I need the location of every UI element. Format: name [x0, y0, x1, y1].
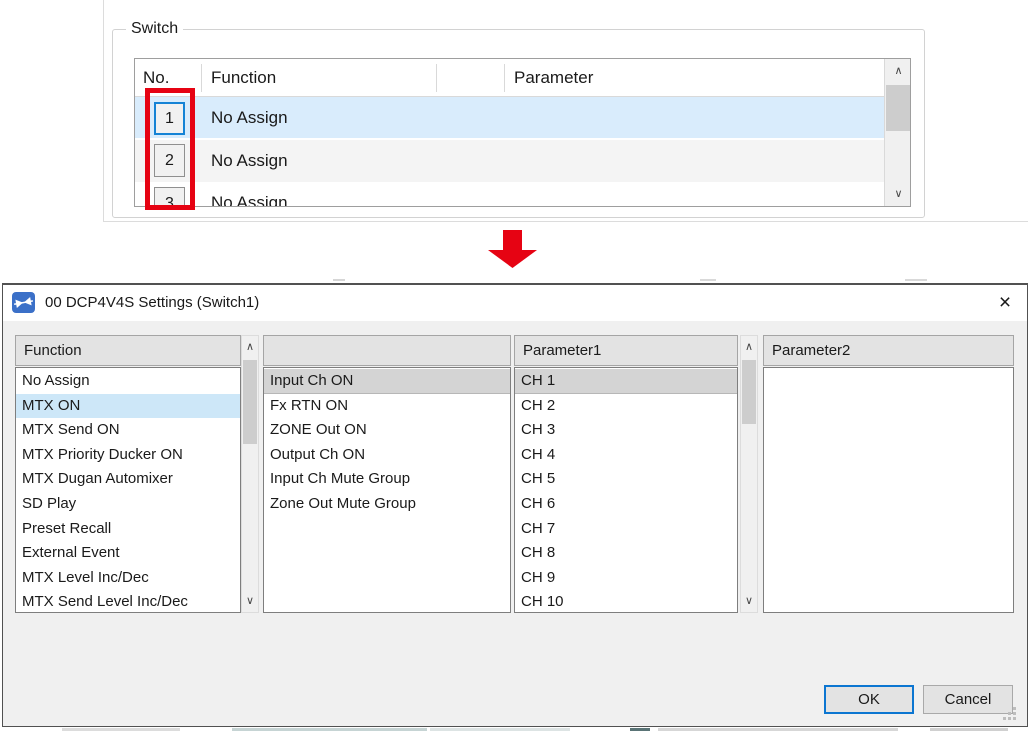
dialog-titlebar[interactable]: 00 DCP4V4S Settings (Switch1) × [3, 285, 1027, 321]
list-item[interactable]: MTX ON [16, 394, 240, 419]
scroll-up-button[interactable]: ∧ [885, 59, 911, 83]
header-separator [201, 64, 202, 92]
table-row[interactable]: No Assign [135, 140, 884, 182]
chevron-up-icon: ∧ [894, 66, 902, 77]
cancel-button[interactable]: Cancel [923, 685, 1013, 714]
function-cell: No Assign [211, 184, 288, 207]
table-row[interactable]: No Assign [135, 184, 884, 207]
resize-grip[interactable] [1002, 706, 1018, 722]
list-item[interactable]: CH 8 [515, 541, 737, 566]
parameter1-list: CH 1CH 2CH 3CH 4CH 5CH 6CH 7CH 8CH 9CH 1… [514, 367, 738, 613]
list-item[interactable]: CH 3 [515, 418, 737, 443]
highlight-rectangle [145, 88, 195, 210]
list-item[interactable]: CH 7 [515, 517, 737, 542]
app-icon [12, 292, 35, 313]
crop-artifact [62, 728, 180, 731]
list-item[interactable]: CH 9 [515, 566, 737, 591]
function-list-scrollbar[interactable]: ∧ ∨ [241, 335, 259, 613]
screenshot-bottom-edge [103, 221, 1028, 222]
list-item[interactable]: Fx RTN ON [264, 394, 510, 419]
chevron-down-icon: ∨ [246, 596, 254, 607]
list-item[interactable]: ZONE Out ON [264, 418, 510, 443]
list-item[interactable]: MTX Level Inc/Dec [16, 566, 240, 591]
scrollbar-thumb[interactable] [742, 360, 756, 424]
header-label: Function [24, 342, 82, 359]
list-item[interactable]: CH 6 [515, 492, 737, 517]
chevron-up-icon: ∧ [745, 342, 753, 353]
screenshot-root: Switch No Assign No Assign No Assign 1 2… [0, 0, 1030, 738]
function-column-header: Function [15, 335, 241, 366]
scroll-up-button[interactable]: ∧ [242, 336, 258, 358]
list-item[interactable]: CH 10 [515, 590, 737, 613]
function-cell: No Assign [211, 140, 288, 182]
crop-artifact [630, 728, 650, 731]
crop-artifact [430, 728, 570, 731]
scroll-down-button[interactable]: ∨ [242, 590, 258, 612]
crop-artifact [232, 728, 427, 731]
list-item[interactable]: MTX Send ON [16, 418, 240, 443]
list-item[interactable]: Input Ch ON [264, 369, 510, 394]
switch-table: No Assign No Assign No Assign 1 2 3 No. … [134, 58, 911, 207]
subfunction-column-header [263, 335, 511, 366]
list-item[interactable]: Zone Out Mute Group [264, 492, 510, 517]
parameter2-column-header: Parameter2 [763, 335, 1014, 366]
crop-artifact [658, 728, 898, 731]
column-header-parameter: Parameter [514, 59, 593, 97]
close-button[interactable]: × [989, 287, 1021, 317]
list-item[interactable]: CH 2 [515, 394, 737, 419]
list-item[interactable]: No Assign [16, 369, 240, 394]
list-item[interactable]: MTX Send Level Inc/Dec [16, 590, 240, 613]
header-separator [436, 64, 437, 92]
scroll-up-button[interactable]: ∧ [741, 336, 757, 358]
column-header-function: Function [211, 59, 276, 97]
list-item[interactable]: Preset Recall [16, 517, 240, 542]
chevron-up-icon: ∧ [246, 342, 254, 353]
parameter1-column-header: Parameter1 [514, 335, 738, 366]
dialog-title: 00 DCP4V4S Settings (Switch1) [45, 294, 259, 311]
list-item[interactable]: CH 5 [515, 467, 737, 492]
scrollbar-thumb[interactable] [243, 360, 257, 444]
list-item[interactable]: CH 1 [515, 369, 737, 394]
flow-down-arrow-icon [486, 228, 539, 270]
header-label: Parameter2 [772, 342, 850, 359]
list-item[interactable]: Input Ch Mute Group [264, 467, 510, 492]
chevron-down-icon: ∨ [745, 596, 753, 607]
crop-artifact [333, 279, 345, 281]
ok-button[interactable]: OK [824, 685, 914, 714]
parameter1-list-scrollbar[interactable]: ∧ ∨ [740, 335, 758, 613]
table-header: No. Function Parameter [135, 59, 884, 97]
switch-group-label: Switch [126, 20, 183, 38]
screenshot-left-edge [103, 0, 104, 222]
close-icon: × [999, 292, 1011, 313]
header-separator [504, 64, 505, 92]
crop-artifact [930, 728, 1008, 731]
parameter2-list [763, 367, 1014, 613]
function-cell: No Assign [211, 97, 288, 138]
dcp-settings-dialog: 00 DCP4V4S Settings (Switch1) × Function… [2, 283, 1028, 727]
crop-artifact [700, 279, 716, 281]
list-item[interactable]: External Event [16, 541, 240, 566]
scroll-down-button[interactable]: ∨ [741, 590, 757, 612]
chevron-down-icon: ∨ [894, 189, 902, 200]
header-label: Parameter1 [523, 342, 601, 359]
list-item[interactable]: Output Ch ON [264, 443, 510, 468]
scrollbar-thumb[interactable] [886, 85, 911, 131]
scroll-down-button[interactable]: ∨ [885, 182, 911, 206]
crop-artifact [905, 279, 927, 281]
list-item[interactable]: SD Play [16, 492, 240, 517]
list-item[interactable]: CH 4 [515, 443, 737, 468]
table-row[interactable]: No Assign [135, 97, 884, 138]
list-item[interactable]: MTX Dugan Automixer [16, 467, 240, 492]
function-list: No AssignMTX ONMTX Send ONMTX Priority D… [15, 367, 241, 613]
list-item[interactable]: MTX Priority Ducker ON [16, 443, 240, 468]
table-scrollbar[interactable]: ∧ ∨ [884, 59, 911, 206]
subfunction-list: Input Ch ONFx RTN ONZONE Out ONOutput Ch… [263, 367, 511, 613]
